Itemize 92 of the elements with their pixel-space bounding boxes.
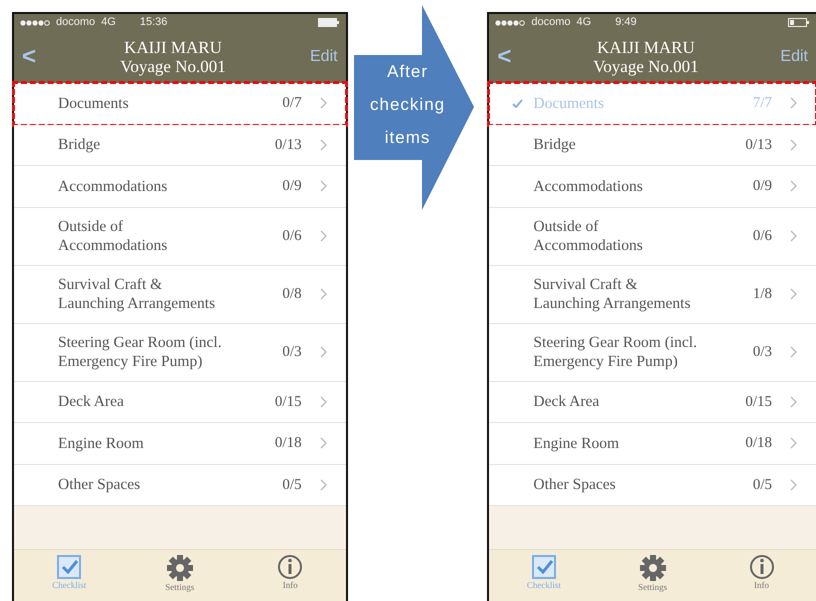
progress-count: 0/6 (281, 226, 302, 246)
progress-count: 0/9 (281, 177, 302, 196)
list-row[interactable]: Deck Area 0/15 (14, 382, 346, 423)
progress-count: 0/6 (752, 226, 772, 246)
progress-count: 0/18 (274, 434, 302, 453)
list-row[interactable]: Steering Gear Room (incl. Emergency Fire Pump) 0/3 (489, 324, 816, 382)
battery-icon (318, 18, 340, 27)
chevron-icon (790, 478, 798, 491)
category-label: Accommodations (533, 176, 644, 196)
progress-count: 1/8 (752, 284, 772, 304)
chevron-icon (320, 138, 328, 151)
chevron-icon (320, 180, 328, 192)
list-row[interactable]: Bridge 0/13 (489, 124, 816, 166)
signal-icon (20, 20, 50, 26)
chevron-icon (790, 138, 798, 151)
progress-count: 0/7 (281, 94, 302, 113)
progress-count: 0/15 (274, 392, 302, 412)
list-row[interactable]: Outside of Accommodations 0/6 (489, 208, 816, 266)
network-type: 4G (576, 15, 592, 30)
info-icon (277, 554, 304, 580)
progress-count: 0/18 (744, 434, 772, 453)
carrier-name: docomo (56, 15, 96, 30)
status-time: 9:49 (615, 15, 638, 30)
chevron-icon (790, 97, 798, 110)
tab-item[interactable]: Settings (144, 554, 215, 593)
category-label: Steering Gear Room (incl. Emergency Fire Pump) (533, 332, 698, 372)
carrier-name: docomo (531, 15, 571, 30)
chevron-icon (320, 230, 328, 242)
chevron-icon (790, 288, 798, 300)
checkbox-icon (56, 554, 82, 580)
category-label: Other Spaces (58, 475, 142, 494)
category-label: Outside of Accommodations (58, 216, 168, 256)
ship-name: KAIJI MARU (123, 38, 223, 57)
chevron-icon (320, 288, 328, 300)
category-label: Deck Area (58, 392, 125, 412)
tab-item[interactable]: Info (255, 554, 326, 591)
chevron-icon (320, 346, 328, 358)
voyage-number: Voyage No.001 (119, 57, 227, 76)
chevron-icon (790, 396, 798, 408)
signal-icon (495, 20, 526, 26)
tab-item[interactable]: Settings (618, 554, 688, 593)
list-row[interactable]: Other Spaces 0/5 (489, 464, 816, 506)
category-label: Engine Room (58, 434, 145, 453)
progress-count: 0/8 (281, 284, 302, 304)
list-row[interactable]: Survival Craft & Launching Arrangements 0/8 (14, 266, 346, 324)
chevron-icon (320, 437, 328, 450)
chevron-icon (320, 396, 328, 408)
category-label: Bridge (58, 135, 102, 154)
chevron-icon (320, 97, 328, 110)
category-label: Deck Area (533, 392, 600, 412)
chevron-icon (790, 437, 798, 450)
category-label: Documents (58, 94, 130, 113)
progress-count: 0/5 (281, 476, 302, 494)
battery-icon (788, 18, 810, 27)
settings-icon (638, 554, 667, 582)
category-label: Survival Craft & Launching Arrangements (58, 274, 216, 314)
list-row[interactable]: Steering Gear Room (incl. Emergency Fire Pump) 0/3 (14, 324, 346, 382)
list-row[interactable]: Survival Craft & Launching Arrangements 1/8 (489, 266, 816, 324)
progress-count: 0/13 (744, 136, 772, 154)
category-label: Bridge (533, 135, 577, 154)
category-label: Other Spaces (533, 475, 617, 494)
checkbox-icon (530, 554, 557, 580)
list-row[interactable]: Deck Area 0/15 (489, 382, 816, 423)
category-label: Engine Room (533, 434, 620, 453)
list-row[interactable]: Outside of Accommodations 0/6 (14, 208, 346, 266)
progress-count: 0/3 (752, 342, 772, 362)
voyage-number: Voyage No.001 (592, 57, 700, 76)
progress-count: 0/15 (744, 392, 772, 412)
chevron-icon (790, 230, 798, 242)
ship-name: KAIJI MARU (596, 38, 696, 57)
list-row[interactable]: Bridge 0/13 (14, 124, 346, 166)
chevron-icon (320, 478, 328, 491)
list-row[interactable]: Documents 0/7 (14, 83, 346, 124)
category-label: Outside of Accommodations (533, 216, 644, 256)
tab-item[interactable]: Info (726, 554, 797, 591)
network-type: 4G (101, 15, 116, 30)
settings-icon (166, 554, 194, 582)
category-label: Steering Gear Room (incl. Emergency Fire Pump) (58, 332, 223, 372)
list-row[interactable]: Other Spaces 0/5 (14, 464, 346, 506)
chevron-icon (790, 346, 798, 358)
arrow-caption: After checking items (369, 61, 446, 149)
chevron-icon (790, 180, 798, 192)
category-label: Accommodations (58, 176, 168, 196)
progress-count: 0/9 (752, 177, 772, 196)
progress-count: 0/5 (752, 476, 772, 494)
progress-count: 0/13 (274, 136, 302, 154)
category-label: Documents (533, 94, 606, 113)
progress-count: 0/3 (281, 342, 302, 362)
progress-count: 7/7 (752, 94, 772, 113)
info-icon (748, 554, 775, 580)
status-time: 15:36 (140, 15, 168, 30)
category-label: Survival Craft & Launching Arrangements (533, 274, 692, 314)
